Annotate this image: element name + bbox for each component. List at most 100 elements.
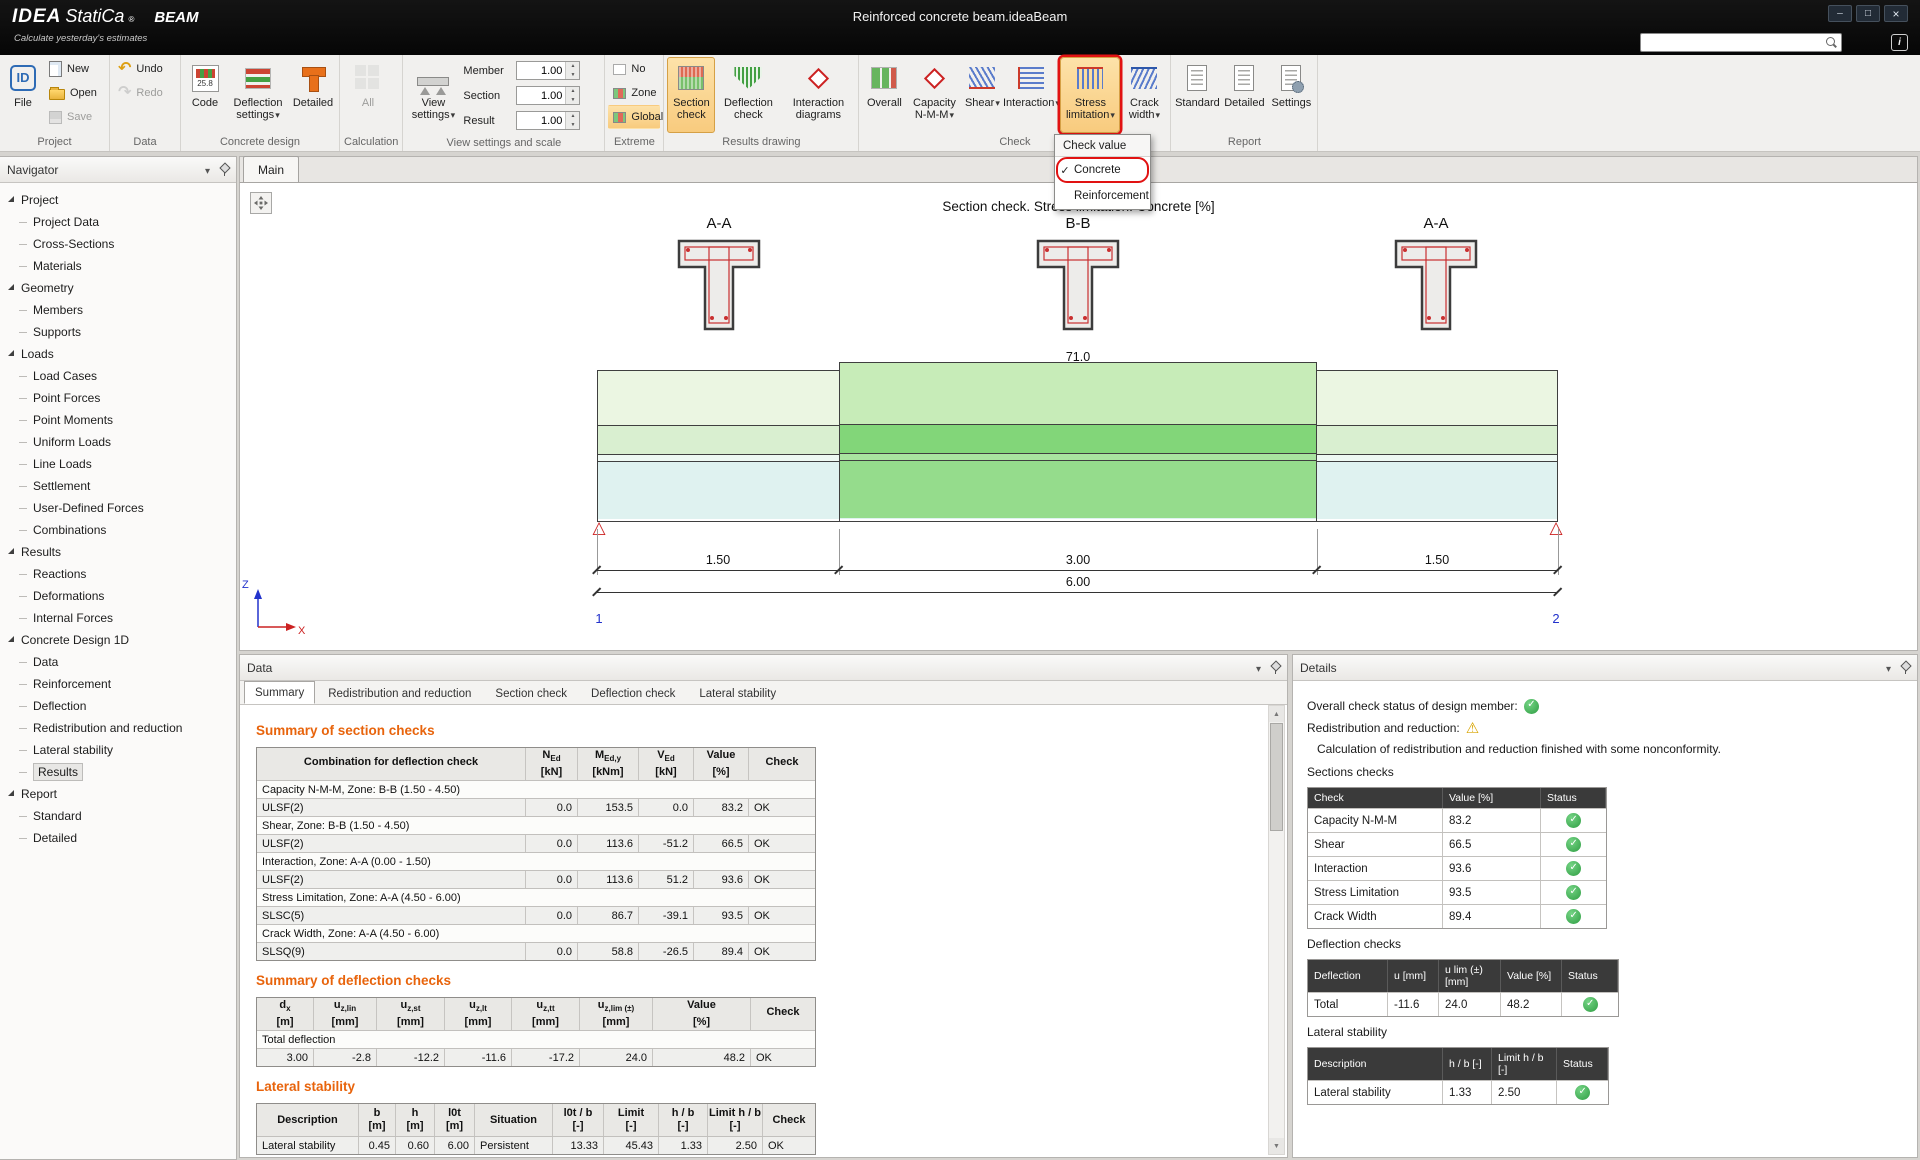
overall-check-button[interactable]: Overall [862, 57, 906, 133]
scroll-down-icon[interactable] [1269, 1138, 1284, 1154]
tree-expander-icon[interactable] [8, 284, 14, 290]
deflection-settings-button[interactable]: Deflection settings [227, 57, 289, 133]
report-standard-button[interactable]: Standard [1174, 57, 1220, 133]
navigator-item[interactable]: Loads [6, 343, 236, 365]
scrollbar-thumb[interactable] [1270, 723, 1283, 831]
result-scale-input[interactable] [517, 112, 565, 129]
stress-limitation-button[interactable]: Stress limitation [1060, 57, 1120, 133]
search-icon[interactable] [1825, 36, 1838, 49]
data-tab[interactable]: Section check [484, 683, 578, 704]
tree-expander-icon[interactable] [8, 636, 14, 642]
data-tab[interactable]: Lateral stability [688, 683, 787, 704]
navigator-item[interactable]: Deflection [6, 695, 236, 717]
redistribution-note: Calculation of redistribution and reduct… [1307, 741, 1727, 757]
spin-up-icon[interactable] [566, 62, 579, 71]
navigator-item[interactable]: Point Moments [6, 409, 236, 431]
data-scrollbar[interactable] [1268, 705, 1285, 1155]
spin-down-icon[interactable] [566, 121, 579, 130]
new-button[interactable]: New [44, 57, 106, 81]
scroll-up-icon[interactable] [1269, 706, 1284, 722]
navigator-item[interactable]: Cross-Sections [6, 233, 236, 255]
minimize-button[interactable] [1828, 5, 1852, 22]
navigator-item[interactable]: Results [6, 761, 236, 783]
spin-down-icon[interactable] [566, 96, 579, 105]
menu-item-reinforcement[interactable]: Reinforcement [1055, 183, 1150, 209]
navigator-item[interactable]: Detailed [6, 827, 236, 849]
navigator-item[interactable]: Materials [6, 255, 236, 277]
navigator-item[interactable]: Deformations [6, 585, 236, 607]
navigator-item[interactable]: Reactions [6, 563, 236, 585]
navigator-item[interactable]: Reinforcement [6, 673, 236, 695]
spin-down-icon[interactable] [566, 71, 579, 80]
navigator-item[interactable]: Standard [6, 805, 236, 827]
chevron-down-icon[interactable] [205, 163, 219, 177]
navigator-item[interactable]: Redistribution and reduction [6, 717, 236, 739]
chevron-down-icon[interactable] [1886, 661, 1900, 675]
navigator-item[interactable]: Internal Forces [6, 607, 236, 629]
data-tab[interactable]: Summary [244, 681, 315, 704]
navigator-item[interactable]: Load Cases [6, 365, 236, 387]
undo-button[interactable]: Undo [113, 57, 177, 81]
beam-canvas[interactable]: Section check. Stress limitation. Concre… [239, 183, 1918, 651]
pin-icon[interactable] [219, 163, 229, 176]
spin-up-icon[interactable] [566, 87, 579, 96]
navigator-item-label: Results [33, 763, 83, 781]
report-detailed-button[interactable]: Detailed [1221, 57, 1267, 133]
maximize-button[interactable] [1856, 5, 1880, 22]
menu-item-concrete[interactable]: Concrete [1055, 157, 1150, 183]
deflection-check-button[interactable]: Deflection check [716, 57, 780, 133]
code-button[interactable]: Code [184, 57, 226, 133]
tree-expander-icon[interactable] [8, 548, 14, 554]
section-check-button[interactable]: Section check [667, 57, 715, 133]
redo-button[interactable]: Redo [113, 81, 177, 105]
document-title: Reinforced concrete beam.ideaBeam [0, 9, 1920, 24]
navigator-item[interactable]: Combinations [6, 519, 236, 541]
calculate-all-button[interactable]: All [343, 57, 393, 133]
navigator-item[interactable]: Lateral stability [6, 739, 236, 761]
file-button[interactable]: File [3, 57, 43, 133]
extreme-zone-button[interactable]: Zone [608, 81, 660, 105]
navigator-item[interactable]: Uniform Loads [6, 431, 236, 453]
section-scale-input[interactable] [517, 87, 565, 104]
navigator-item[interactable]: Report [6, 783, 236, 805]
chevron-down-icon[interactable] [1256, 661, 1270, 675]
data-tab[interactable]: Redistribution and reduction [317, 683, 482, 704]
tree-expander-icon[interactable] [8, 790, 14, 796]
crack-width-button[interactable]: Crack width [1121, 57, 1167, 133]
navigator-item[interactable]: Project Data [6, 211, 236, 233]
member-scale-input[interactable] [517, 62, 565, 79]
navigator-item[interactable]: Line Loads [6, 453, 236, 475]
extreme-global-button[interactable]: Global [608, 105, 660, 129]
detailed-button[interactable]: Detailed [290, 57, 336, 133]
pin-icon[interactable] [1270, 661, 1280, 674]
tab-main[interactable]: Main [243, 156, 299, 182]
pin-icon[interactable] [1900, 661, 1910, 674]
spin-up-icon[interactable] [566, 112, 579, 121]
navigator-item[interactable]: User-Defined Forces [6, 497, 236, 519]
navigator-item[interactable]: Results [6, 541, 236, 563]
tree-expander-icon[interactable] [8, 350, 14, 356]
tree-expander-icon[interactable] [8, 196, 14, 202]
data-tab[interactable]: Deflection check [580, 683, 686, 704]
open-button[interactable]: Open [44, 81, 106, 105]
extreme-no-button[interactable]: No [608, 57, 660, 81]
navigator-item[interactable]: Project [6, 189, 236, 211]
search-input[interactable] [1641, 35, 1825, 50]
save-button[interactable]: Save [44, 105, 106, 129]
info-icon[interactable] [1891, 34, 1908, 51]
navigator-item[interactable]: Point Forces [6, 387, 236, 409]
shear-check-button[interactable]: Shear [962, 57, 1002, 133]
view-settings-button[interactable]: View settings [406, 57, 460, 133]
close-button[interactable] [1884, 5, 1908, 22]
navigator-item-label: Geometry [21, 281, 74, 295]
navigator-item[interactable]: Supports [6, 321, 236, 343]
navigator-item[interactable]: Concrete Design 1D [6, 629, 236, 651]
interaction-check-button[interactable]: Interaction [1003, 57, 1059, 133]
navigator-item[interactable]: Geometry [6, 277, 236, 299]
navigator-item[interactable]: Members [6, 299, 236, 321]
capacity-check-button[interactable]: Capacity N-M-M [907, 57, 961, 133]
report-settings-button[interactable]: Settings [1268, 57, 1314, 133]
navigator-item[interactable]: Data [6, 651, 236, 673]
navigator-item[interactable]: Settlement [6, 475, 236, 497]
interaction-diagrams-button[interactable]: Interaction diagrams [781, 57, 855, 133]
